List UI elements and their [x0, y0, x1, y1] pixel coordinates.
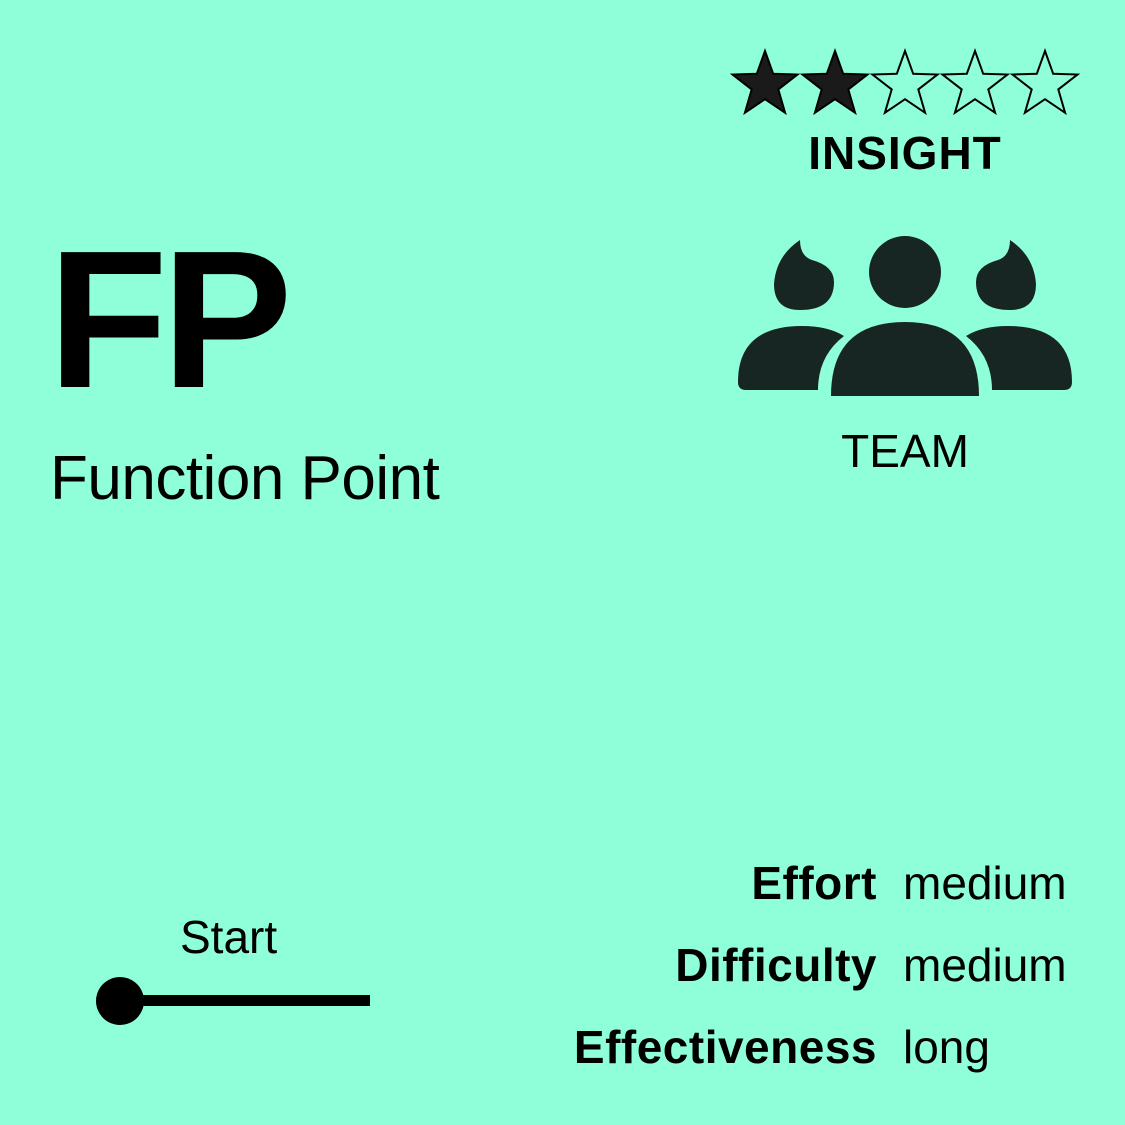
- metrics-list: Effort medium Difficulty medium Effectiv…: [574, 860, 1075, 1106]
- star-empty-icon: [940, 48, 1010, 118]
- star-filled-icon: [800, 48, 870, 118]
- team-icon: [738, 232, 1072, 396]
- metric-value: medium: [903, 857, 1067, 909]
- metric-value: medium: [903, 939, 1067, 991]
- metric-name: Difficulty: [675, 939, 877, 991]
- metric-name: Effort: [751, 857, 877, 909]
- audience-label: TEAM: [841, 425, 969, 477]
- metric-name: Effectiveness: [573, 1021, 877, 1073]
- star-filled-icon: [730, 48, 800, 118]
- method-full-name: Function Point: [50, 444, 440, 513]
- metric-value: long: [903, 1021, 990, 1073]
- method-card: FP Function Point INSIGHT TEAM Start Eff…: [0, 0, 1125, 1125]
- star-empty-icon: [1010, 48, 1080, 118]
- metric-row-effectiveness: Effectiveness long: [574, 1024, 1075, 1106]
- stage-slider-track: [120, 995, 370, 1006]
- category-label: INSIGHT: [808, 127, 1002, 179]
- rating-stars: [730, 44, 1080, 120]
- stage-label: Start: [180, 911, 278, 963]
- star-empty-icon: [870, 48, 940, 118]
- method-abbreviation: FP: [48, 210, 292, 429]
- metric-row-difficulty: Difficulty medium: [574, 942, 1075, 1024]
- stage-slider-knob: [96, 977, 144, 1025]
- metric-row-effort: Effort medium: [574, 860, 1075, 942]
